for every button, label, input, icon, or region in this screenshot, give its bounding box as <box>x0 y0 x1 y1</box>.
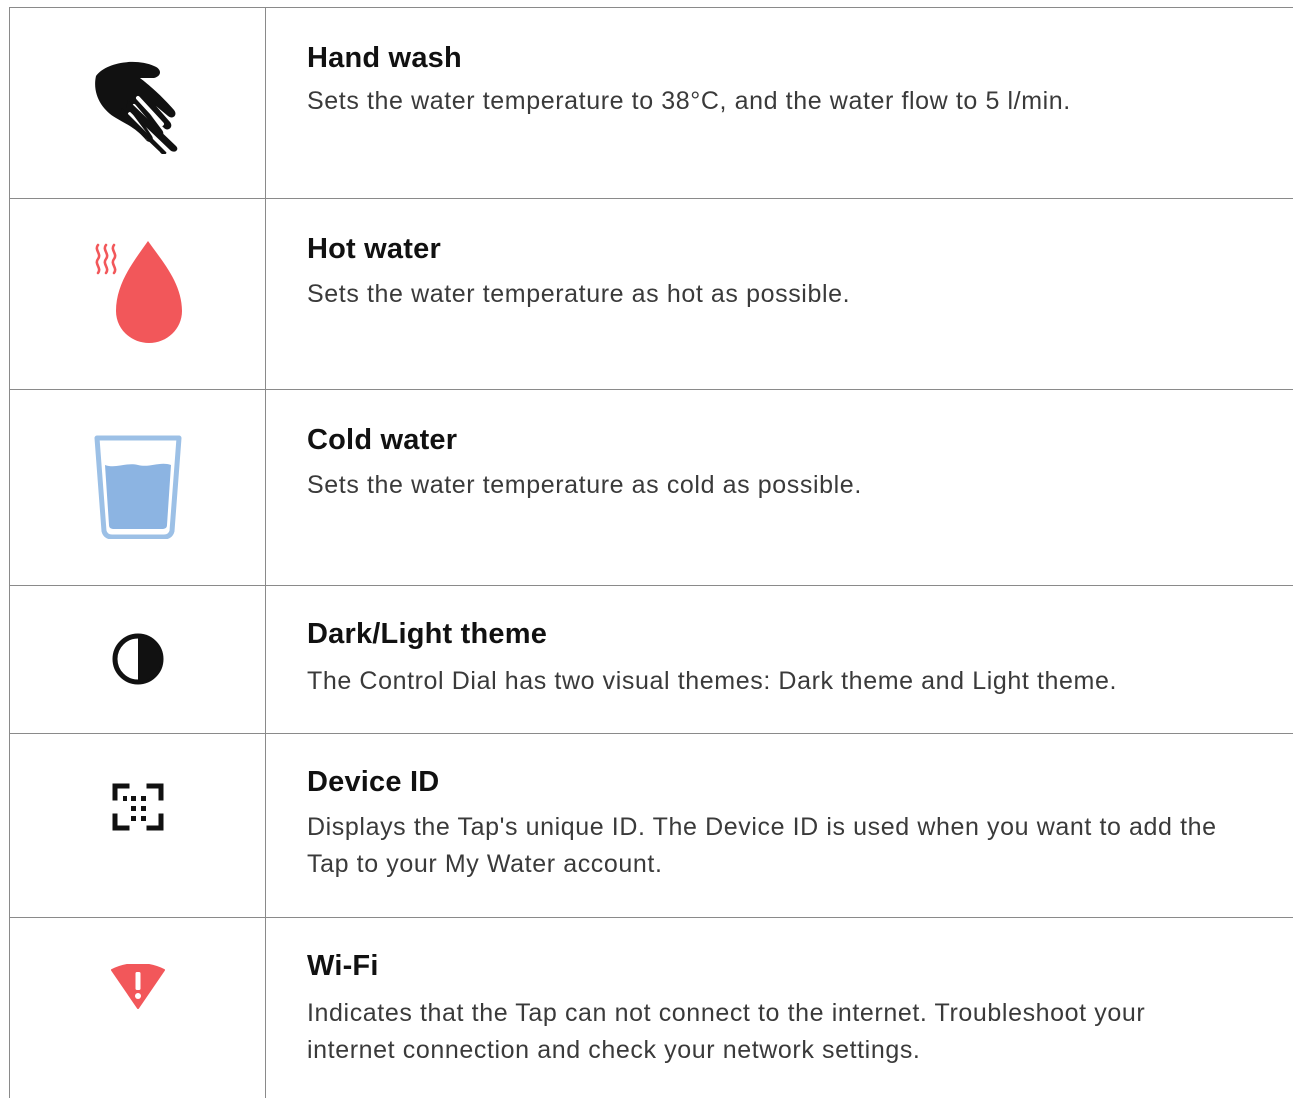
row-title: Cold water <box>307 424 458 456</box>
row-description: Sets the water temperature to 38°C, and … <box>307 87 1071 115</box>
row-description: Displays the Tap's unique ID. The Device… <box>307 813 1217 878</box>
text-cell: Cold water Sets the water temperature as… <box>266 390 1293 585</box>
table-row: Hot water Sets the water temperature as … <box>9 199 1293 390</box>
row-description: Sets the water temperature as cold as po… <box>307 471 862 499</box>
icon-cell <box>9 586 266 733</box>
text-cell: Device ID Displays the Tap's unique ID. … <box>266 734 1293 917</box>
table-row: Wi-Fi Indicates that the Tap can not con… <box>9 918 1293 1098</box>
icon-cell <box>9 918 266 1098</box>
row-description: Indicates that the Tap can not connect t… <box>307 999 1146 1064</box>
table-row: Hand wash Sets the water temperature to … <box>9 8 1293 199</box>
wifi-warning-icon <box>110 964 166 1010</box>
row-title: Wi-Fi <box>307 950 379 982</box>
hot-water-drop-icon <box>88 241 188 345</box>
icon-cell <box>9 390 266 585</box>
icon-cell <box>9 734 266 917</box>
theme-contrast-icon <box>111 632 165 686</box>
row-title: Hand wash <box>307 42 462 74</box>
text-cell: Hot water Sets the water temperature as … <box>266 199 1293 389</box>
row-title: Dark/Light theme <box>307 618 548 650</box>
icon-cell <box>9 199 266 389</box>
row-title: Hot water <box>307 233 441 265</box>
row-title: Device ID <box>307 766 440 798</box>
device-id-icon <box>111 782 165 832</box>
cold-water-glass-icon <box>94 435 182 539</box>
text-cell: Dark/Light theme The Control Dial has tw… <box>266 586 1293 733</box>
table-row: Dark/Light theme The Control Dial has tw… <box>9 586 1293 734</box>
table-row: Cold water Sets the water temperature as… <box>9 390 1293 586</box>
text-cell: Wi-Fi Indicates that the Tap can not con… <box>266 918 1293 1098</box>
text-cell: Hand wash Sets the water temperature to … <box>266 8 1293 198</box>
row-description: The Control Dial has two visual themes: … <box>307 667 1118 695</box>
row-description: Sets the water temperature as hot as pos… <box>307 280 851 308</box>
feature-table: Hand wash Sets the water temperature to … <box>9 7 1293 1098</box>
hand-wash-icon <box>88 54 188 154</box>
table-row: Device ID Displays the Tap's unique ID. … <box>9 734 1293 918</box>
icon-cell <box>9 8 266 198</box>
